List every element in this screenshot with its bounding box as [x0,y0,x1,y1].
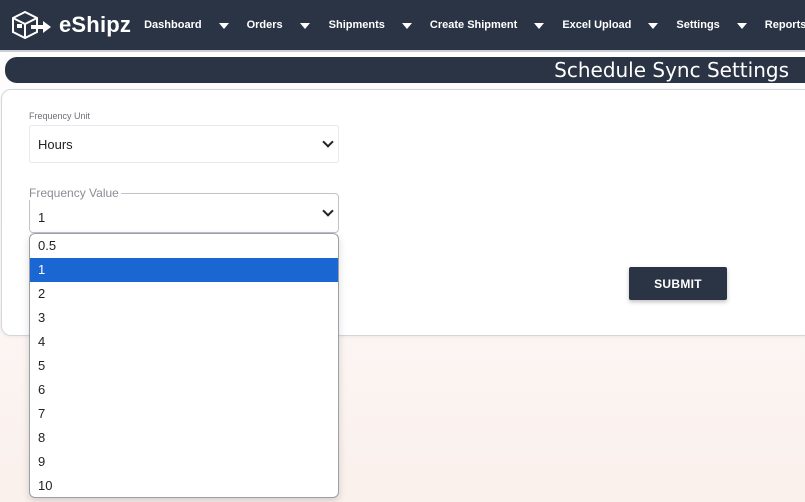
nav-item-excel-upload[interactable]: Excel Upload [562,0,631,51]
dropdown-option[interactable]: 9 [30,450,338,474]
caret-down-icon [218,23,229,29]
nav-orders-dropdown-toggle[interactable] [299,0,310,51]
dropdown-option[interactable]: 6 [30,378,338,402]
nav-shipments-dropdown-toggle[interactable] [401,0,412,51]
dropdown-option[interactable]: 5 [30,354,338,378]
submit-button[interactable]: SUBMIT [629,267,727,300]
nav-settings-dropdown-toggle[interactable] [736,0,747,51]
nav-dashboard-dropdown-toggle[interactable] [218,0,229,51]
caret-down-icon [534,23,545,29]
dropdown-option[interactable]: 7 [30,402,338,426]
dropdown-option[interactable]: 1 [30,258,338,282]
dropdown-option[interactable]: 4 [30,330,338,354]
nav-item-create-shipment[interactable]: Create Shipment [430,0,517,51]
package-arrow-icon [9,8,53,42]
frequency-unit-label: Frequency Unit [29,111,91,121]
frequency-unit-select[interactable]: Hours [29,125,339,163]
frequency-unit-value: Hours [38,136,73,152]
caret-down-icon [401,23,412,29]
top-navbar: eShipz Dashboard Orders Shipments Create… [0,0,805,52]
nav-menu: Dashboard Orders Shipments Create Shipme… [144,0,805,51]
chevron-down-icon [322,136,334,148]
chevron-down-icon [322,205,334,217]
page-title: Schedule Sync Settings [554,58,789,82]
brand-name: eShipz [59,12,132,37]
nav-item-orders[interactable]: Orders [247,0,283,51]
dropdown-option[interactable]: 8 [30,426,338,450]
frequency-value-label: Frequency Value [29,186,121,200]
dropdown-option[interactable]: 10 [30,474,338,497]
caret-down-icon [648,23,659,29]
nav-item-settings[interactable]: Settings [676,0,719,51]
nav-excel-upload-dropdown-toggle[interactable] [648,0,659,51]
frequency-value-current: 1 [38,209,46,225]
dropdown-option[interactable]: 0.5 [30,234,338,258]
nav-item-dashboard[interactable]: Dashboard [144,0,201,51]
brand-logo[interactable]: eShipz [9,0,131,51]
nav-item-reports[interactable]: Reports [765,0,805,51]
nav-create-shipment-dropdown-toggle[interactable] [534,0,545,51]
frequency-value-dropdown: 0.5 1 2 3 4 5 6 7 8 9 10 [29,233,339,498]
nav-item-shipments[interactable]: Shipments [329,0,385,51]
caret-down-icon [736,23,747,29]
caret-down-icon [299,23,310,29]
dropdown-option[interactable]: 2 [30,282,338,306]
dropdown-option[interactable]: 3 [30,306,338,330]
page-title-bar: Schedule Sync Settings [5,57,805,83]
